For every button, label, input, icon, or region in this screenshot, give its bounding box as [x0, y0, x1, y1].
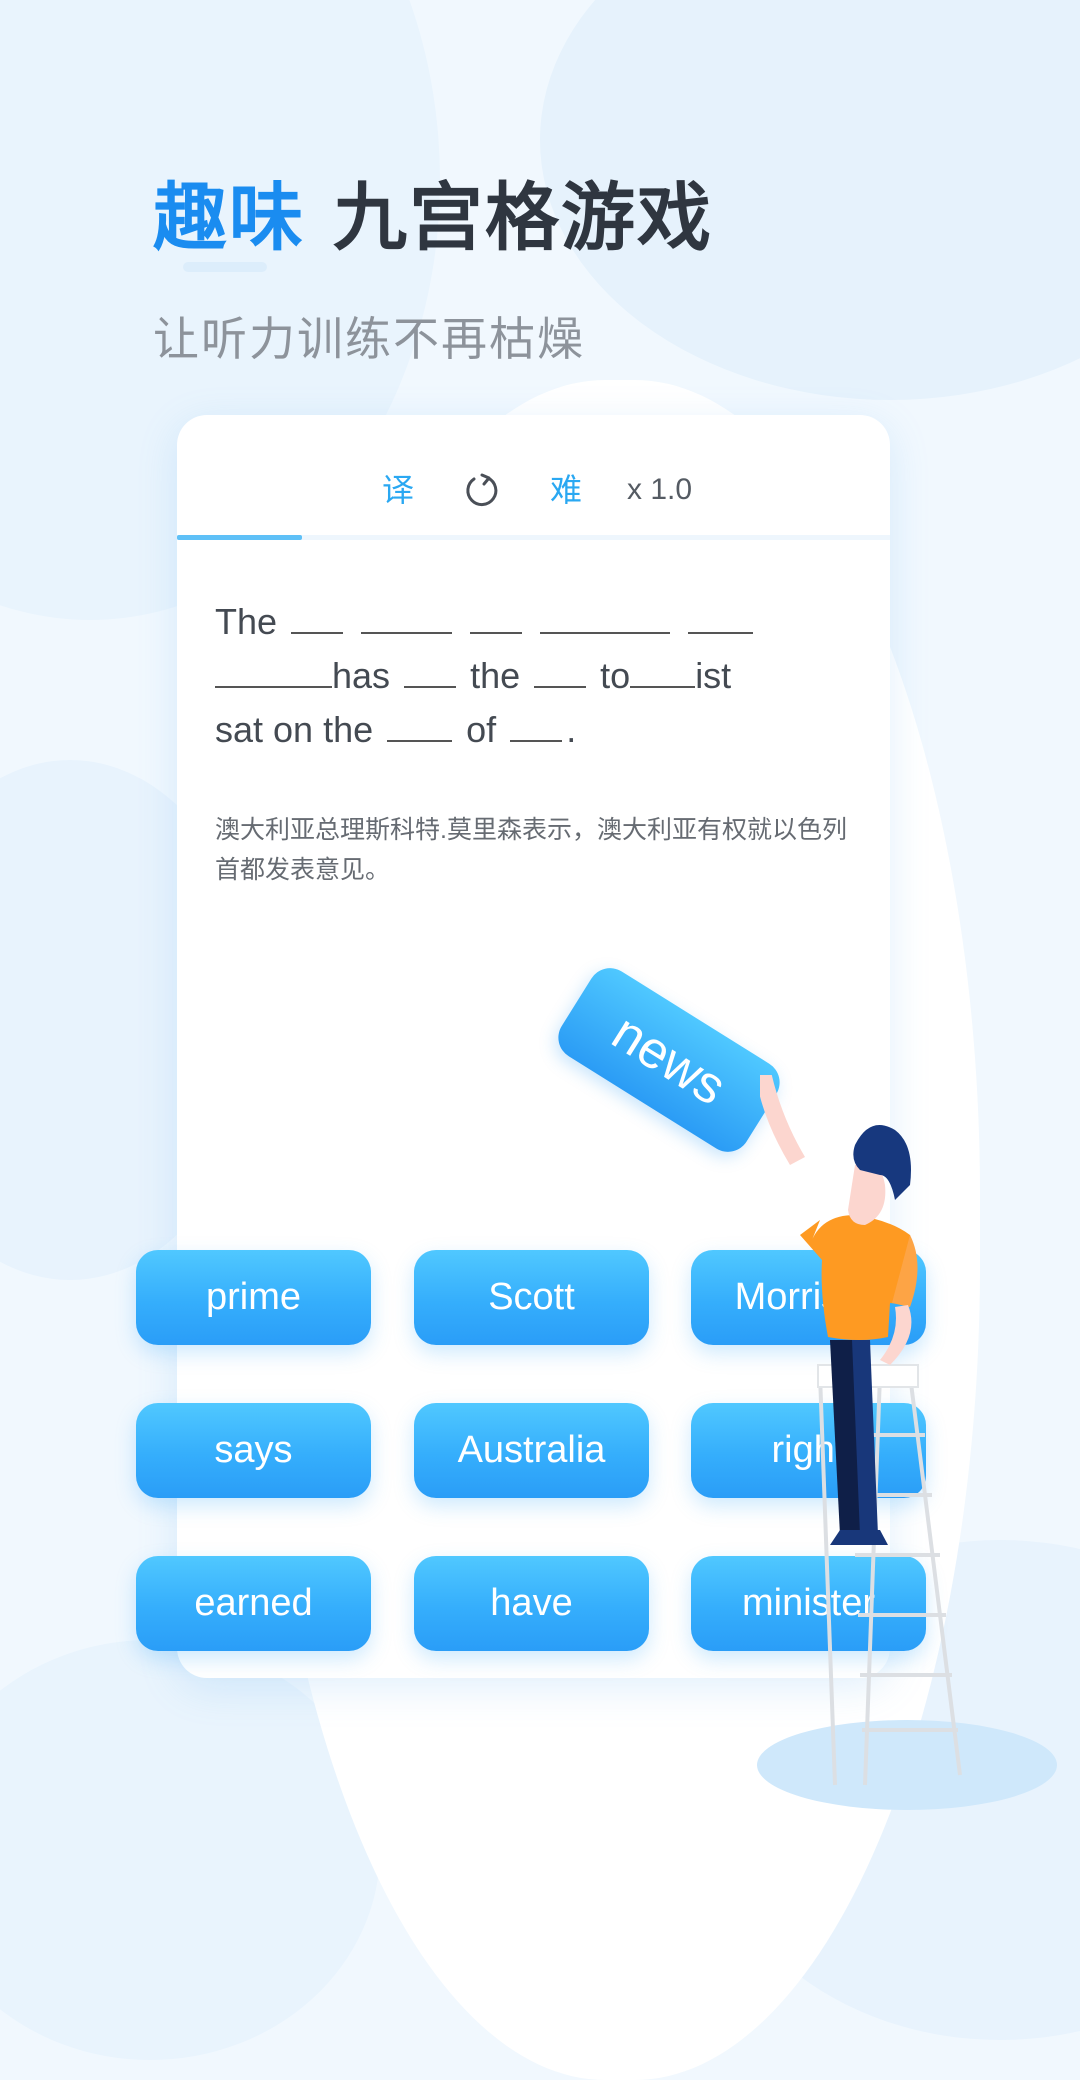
progress-fill [177, 535, 302, 540]
page-title: 趣味 九宫格游戏 [153, 158, 713, 265]
answer-blank[interactable] [510, 710, 563, 742]
sentence-line: sat on the of . [215, 703, 865, 757]
word-button-scott[interactable]: Scott [414, 1250, 649, 1345]
word-button-prime[interactable]: prime [136, 1250, 371, 1345]
answer-blank[interactable] [387, 710, 453, 742]
progress-bar [177, 535, 890, 540]
answer-blank[interactable] [630, 656, 696, 688]
sentence-line: The [215, 595, 865, 649]
difficulty-button[interactable]: 难 [550, 470, 582, 510]
answer-blank[interactable] [361, 602, 453, 634]
speed-button[interactable]: x 1.0 [627, 470, 692, 510]
sentence-with-blanks: The has the to ist sat on the of . [215, 595, 865, 757]
sentence-word: of [466, 709, 497, 750]
word-button-australia[interactable]: Australia [414, 1403, 649, 1498]
page-subtitle: 让听力训练不再枯燥 [153, 313, 585, 365]
answer-blank[interactable] [404, 656, 457, 688]
sentence-word: the [470, 655, 521, 696]
sentence-word: has [332, 655, 391, 696]
answer-blank[interactable] [688, 602, 754, 634]
answer-blank[interactable] [470, 602, 523, 634]
refresh-icon[interactable] [462, 470, 502, 510]
translation-text: 澳大利亚总理斯科特.莫里森表示，澳大利亚有权就以色列首都发表意见。 [215, 816, 847, 884]
answer-blank[interactable] [291, 602, 344, 634]
word-button-says[interactable]: says [136, 1403, 371, 1498]
title-underline [183, 262, 267, 272]
sentence-word: ist [695, 655, 732, 696]
person-on-ladder-illustration [760, 1075, 962, 1786]
answer-blank[interactable] [534, 656, 587, 688]
translate-button[interactable]: 译 [382, 470, 414, 510]
word-button-earned[interactable]: earned [136, 1556, 371, 1651]
sentence-word: . [566, 709, 577, 750]
word-button-have[interactable]: have [414, 1556, 649, 1651]
sentence-word: to [600, 655, 631, 696]
game-toolbar: 译 难 x 1.0 [177, 415, 890, 535]
sentence-line: has the to ist [215, 649, 865, 703]
sentence-word: sat on the [215, 709, 374, 750]
answer-blank[interactable] [540, 602, 671, 634]
title-accent: 趣味 [153, 176, 305, 259]
title-main: 九宫格游戏 [333, 176, 713, 259]
sentence-word: The [215, 601, 278, 642]
answer-blank[interactable] [215, 656, 332, 688]
